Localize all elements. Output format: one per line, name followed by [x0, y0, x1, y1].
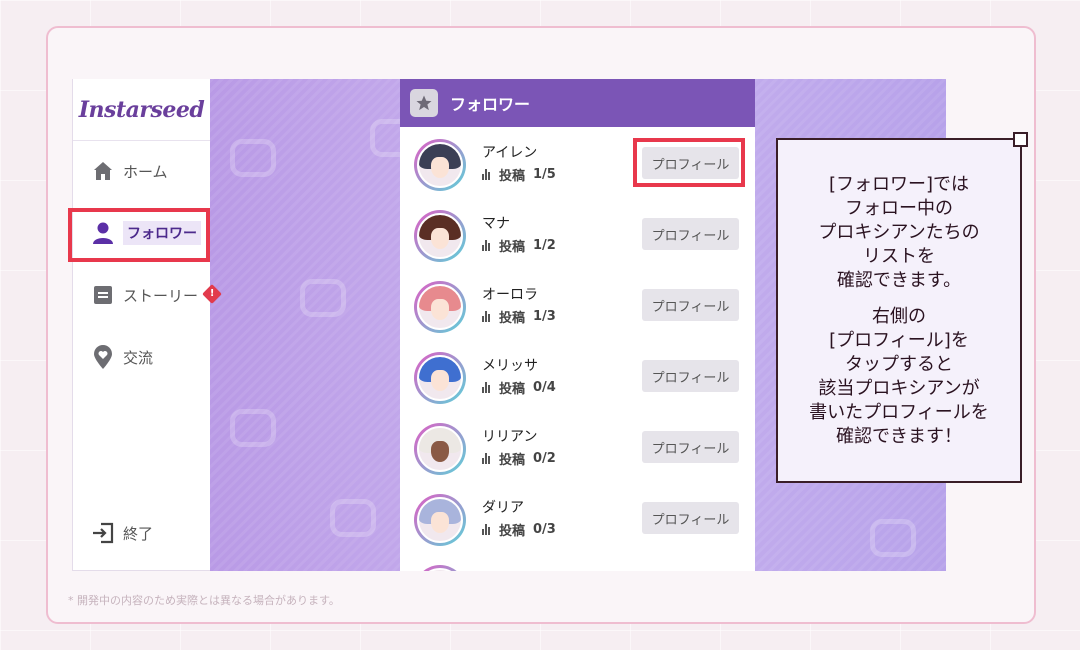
panel-title: フォロワー	[450, 95, 531, 114]
post-count: 投稿 0/3	[482, 520, 556, 539]
chat-bubble-decoration	[230, 139, 276, 177]
profile-button[interactable]: プロフィール	[642, 360, 739, 392]
panel-header: フォロワー	[400, 79, 755, 127]
sidebar-item-home[interactable]: ホーム	[73, 151, 211, 191]
follower-name: マナ	[482, 216, 510, 232]
bar-chart-icon	[482, 453, 491, 464]
callout-paragraph: [フォロワー]では フォロー中の プロキシアンたちの リストを 確認できます。	[818, 173, 980, 291]
bar-chart-icon	[482, 524, 491, 535]
chat-bubble-decoration	[300, 279, 346, 317]
sidebar-item-label: 交流	[123, 348, 154, 367]
follower-name: リリアン	[482, 429, 538, 445]
highlight-box-followers	[68, 208, 210, 262]
bar-chart-icon	[482, 240, 491, 251]
callout-corner-marker	[1013, 132, 1028, 147]
bar-chart-icon	[482, 169, 491, 180]
list-item: メリッサ 投稿 0/4 プロフィール	[400, 341, 755, 412]
list-item: オーロラ 投稿 1/3 プロフィール	[400, 270, 755, 341]
post-count: 投稿 0/2	[482, 449, 556, 468]
profile-button[interactable]: プロフィール	[642, 289, 739, 321]
avatar[interactable]	[414, 494, 466, 546]
exit-icon	[91, 521, 115, 545]
exit-label: 終了	[123, 524, 154, 543]
highlight-box-profile	[633, 138, 745, 187]
follower-name: アイレン	[482, 145, 538, 161]
sidebar-item-story[interactable]: ストーリー !	[73, 275, 222, 315]
explanation-callout: [フォロワー]では フォロー中の プロキシアンたちの リストを 確認できます。 …	[776, 138, 1022, 483]
sidebar-item-exchange[interactable]: 交流	[73, 337, 211, 377]
story-icon	[91, 283, 115, 307]
follower-name: ダリア	[482, 500, 524, 516]
profile-button[interactable]: プロフィール	[642, 218, 739, 250]
avatar[interactable]	[414, 352, 466, 404]
heart-pin-icon	[91, 345, 115, 369]
sidebar-item-label: ストーリー	[123, 286, 199, 305]
star-icon	[410, 89, 438, 117]
footnote: * 開発中の内容のため実際とは異なる場合があります。	[68, 594, 340, 607]
bar-chart-icon	[482, 311, 491, 322]
list-item	[400, 554, 755, 571]
list-item: リリアン 投稿 0/2 プロフィール	[400, 412, 755, 483]
sidebar-item-label: ホーム	[123, 162, 168, 181]
list-item: マナ 投稿 1/2 プロフィール	[400, 199, 755, 270]
callout-paragraph: 右側の [プロフィール]を タップすると 該当プロキシアンが 書いたプロフィール…	[809, 305, 989, 447]
app-logo: Instarseed	[73, 79, 210, 141]
profile-button[interactable]: プロフィール	[642, 502, 739, 534]
avatar[interactable]	[414, 281, 466, 333]
list-item: ダリア 投稿 0/3 プロフィール	[400, 483, 755, 554]
post-count: 投稿 0/4	[482, 378, 556, 397]
profile-button[interactable]: プロフィール	[642, 431, 739, 463]
avatar[interactable]	[414, 423, 466, 475]
avatar[interactable]	[414, 210, 466, 262]
avatar[interactable]	[414, 139, 466, 191]
avatar[interactable]	[414, 565, 466, 571]
post-count: 投稿 1/2	[482, 236, 556, 255]
post-count: 投稿 1/3	[482, 307, 556, 326]
sidebar: Instarseed ホーム フォロワー ストーリー ! 交流 終了	[72, 79, 222, 571]
follower-name: オーロラ	[482, 287, 538, 303]
exit-button[interactable]: 終了	[73, 513, 211, 553]
follower-name: メリッサ	[482, 358, 538, 374]
chat-bubble-decoration	[330, 499, 376, 537]
chat-bubble-decoration	[870, 519, 916, 557]
bar-chart-icon	[482, 382, 491, 393]
chat-bubble-decoration	[230, 409, 276, 447]
post-count: 投稿 1/5	[482, 165, 556, 184]
home-icon	[91, 159, 115, 183]
